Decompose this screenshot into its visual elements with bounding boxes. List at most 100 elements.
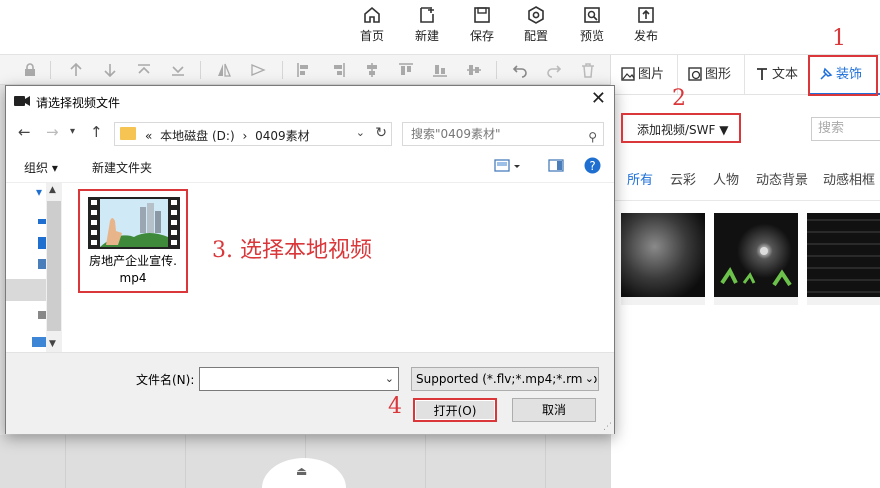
move-up-button[interactable] [68, 62, 84, 78]
category-dynamic-bg[interactable]: 动态背景 [756, 169, 808, 188]
nav-selected-item[interactable] [6, 279, 46, 301]
shape-icon [688, 58, 702, 98]
dialog-search-placeholder: 搜索"0409素材" [411, 127, 501, 141]
address-dropdown-icon[interactable]: ⌄ [356, 126, 365, 139]
forward-arrow-icon[interactable]: → [46, 123, 59, 141]
address-bar[interactable]: « 本地磁盘 (D:) › 0409素材 ⌄ ↻ [114, 122, 392, 146]
category-people[interactable]: 人物 [713, 169, 739, 188]
organize-button[interactable]: 组织 ▾ [24, 159, 58, 176]
lock-button[interactable] [22, 62, 38, 78]
view-options-icon[interactable] [494, 159, 520, 176]
tab-image[interactable]: 图片 [611, 55, 678, 95]
scroll-up-icon[interactable]: ▲ [49, 185, 56, 195]
align-left-button[interactable] [296, 62, 312, 78]
align-top-button[interactable] [398, 62, 414, 78]
save-icon [474, 7, 490, 23]
new-folder-button[interactable]: 新建文件夹 [92, 159, 152, 176]
cloud-icon[interactable] [38, 219, 46, 224]
to-bottom-icon [172, 66, 184, 76]
publish-button[interactable]: 发布 [624, 6, 668, 50]
open-button[interactable]: 打开(O) [413, 398, 497, 422]
highlight-add-video [621, 113, 741, 143]
highlight-decoration-tab [808, 55, 878, 96]
image-icon [621, 58, 635, 98]
tab-shape[interactable]: 图形 [678, 55, 745, 95]
computer-icon[interactable] [38, 259, 46, 269]
scroll-down-icon[interactable]: ▼ [49, 339, 56, 349]
new-page-icon [420, 7, 434, 23]
decoration-thumbnail-clouds[interactable] [621, 213, 705, 297]
align-middle-button[interactable] [466, 62, 482, 78]
decoration-thumbnail-lines[interactable] [807, 213, 880, 297]
home-button[interactable]: 首页 [350, 6, 394, 50]
tab-image-label: 图片 [638, 67, 665, 82]
settings-icon [528, 6, 544, 24]
category-all[interactable]: 所有 [627, 169, 653, 188]
panel-search-input[interactable]: 搜索 [811, 117, 880, 141]
flip-vertical-button[interactable] [250, 62, 266, 78]
category-clouds[interactable]: 云彩 [670, 169, 696, 188]
preview-pane-icon[interactable] [548, 159, 564, 176]
step-4-annotation: 4 [388, 394, 402, 419]
align-middle-icon [467, 65, 481, 75]
step-1-annotation: 1 [832, 26, 846, 51]
chevron-down-icon: ⌄ [582, 368, 594, 390]
align-bottom-button[interactable] [432, 62, 448, 78]
undo-icon [512, 65, 527, 78]
nav-scroll-thumb[interactable] [47, 201, 61, 331]
refresh-icon[interactable]: ↻ [375, 125, 387, 141]
publish-label: 发布 [633, 29, 658, 43]
up-arrow-icon[interactable]: ↑ [90, 123, 103, 141]
help-icon[interactable]: ? [584, 157, 601, 177]
save-button[interactable]: 保存 [460, 6, 504, 50]
address-separator-icon: › [242, 129, 248, 143]
grid-line [185, 435, 186, 488]
tab-text[interactable]: 文本 [745, 55, 809, 95]
back-arrow-icon[interactable]: ← [18, 123, 31, 141]
address-overflow[interactable]: « [145, 129, 152, 143]
nav-scrollbar[interactable]: ▲ ▼ [46, 183, 62, 353]
address-segment-drive[interactable]: 本地磁盘 (D:) [160, 127, 234, 144]
category-dynamic-frame[interactable]: 动感相框 [823, 169, 875, 188]
grid-line [425, 435, 426, 488]
align-center-icon [367, 63, 377, 77]
step-3-annotation: 3. 选择本地视频 [212, 238, 372, 263]
quick-access-icon[interactable]: ▾ [36, 185, 42, 199]
align-right-button[interactable] [330, 62, 346, 78]
address-segment-folder[interactable]: 0409素材 [255, 127, 310, 144]
resize-grip-icon[interactable]: ⋰ [603, 422, 612, 432]
redo-button[interactable] [546, 62, 562, 78]
close-icon[interactable]: ✕ [591, 90, 606, 108]
network-icon[interactable] [32, 337, 46, 347]
tab-text-label: 文本 [772, 67, 799, 82]
config-button[interactable]: 配置 [514, 6, 558, 50]
edit-toolbar [0, 55, 610, 85]
disk-icon[interactable] [38, 311, 46, 319]
dialog-search-input[interactable]: 搜索"0409素材" ⚲ [402, 122, 604, 146]
delete-button[interactable] [580, 62, 596, 78]
decoration-thumbnail-person[interactable] [714, 213, 798, 297]
film-strip-art [88, 197, 180, 249]
align-center-button[interactable] [364, 62, 380, 78]
new-button[interactable]: 新建 [405, 6, 449, 50]
filename-input[interactable]: ⌄ [199, 367, 399, 391]
drive-icon[interactable] [38, 237, 46, 249]
send-bottom-button[interactable] [170, 62, 186, 78]
divider [611, 200, 880, 201]
category-tabs: 所有 云彩 人物 动态背景 动感相框 [611, 165, 880, 191]
chevron-down-icon[interactable]: ⌄ [385, 372, 394, 385]
cancel-button[interactable]: 取消 [512, 398, 596, 422]
filetype-select[interactable]: Supported (*.flv;*.mp4;*.rmvb ⌄ [411, 367, 599, 391]
move-down-button[interactable] [102, 62, 118, 78]
file-item-mp4[interactable]: 房地产企业宣传. mp4 [78, 189, 188, 293]
bring-top-button[interactable] [136, 62, 152, 78]
align-left-icon [297, 63, 308, 77]
search-icon: ⚲ [588, 130, 597, 144]
step-2-annotation: 2 [672, 86, 686, 111]
preview-button[interactable]: 预览 [570, 6, 614, 50]
recent-locations-chevron-icon[interactable]: ▾ [70, 126, 75, 137]
undo-button[interactable] [512, 62, 528, 78]
align-bottom-icon [433, 65, 447, 77]
flip-horizontal-button[interactable] [216, 62, 232, 78]
trash-icon [582, 63, 594, 78]
